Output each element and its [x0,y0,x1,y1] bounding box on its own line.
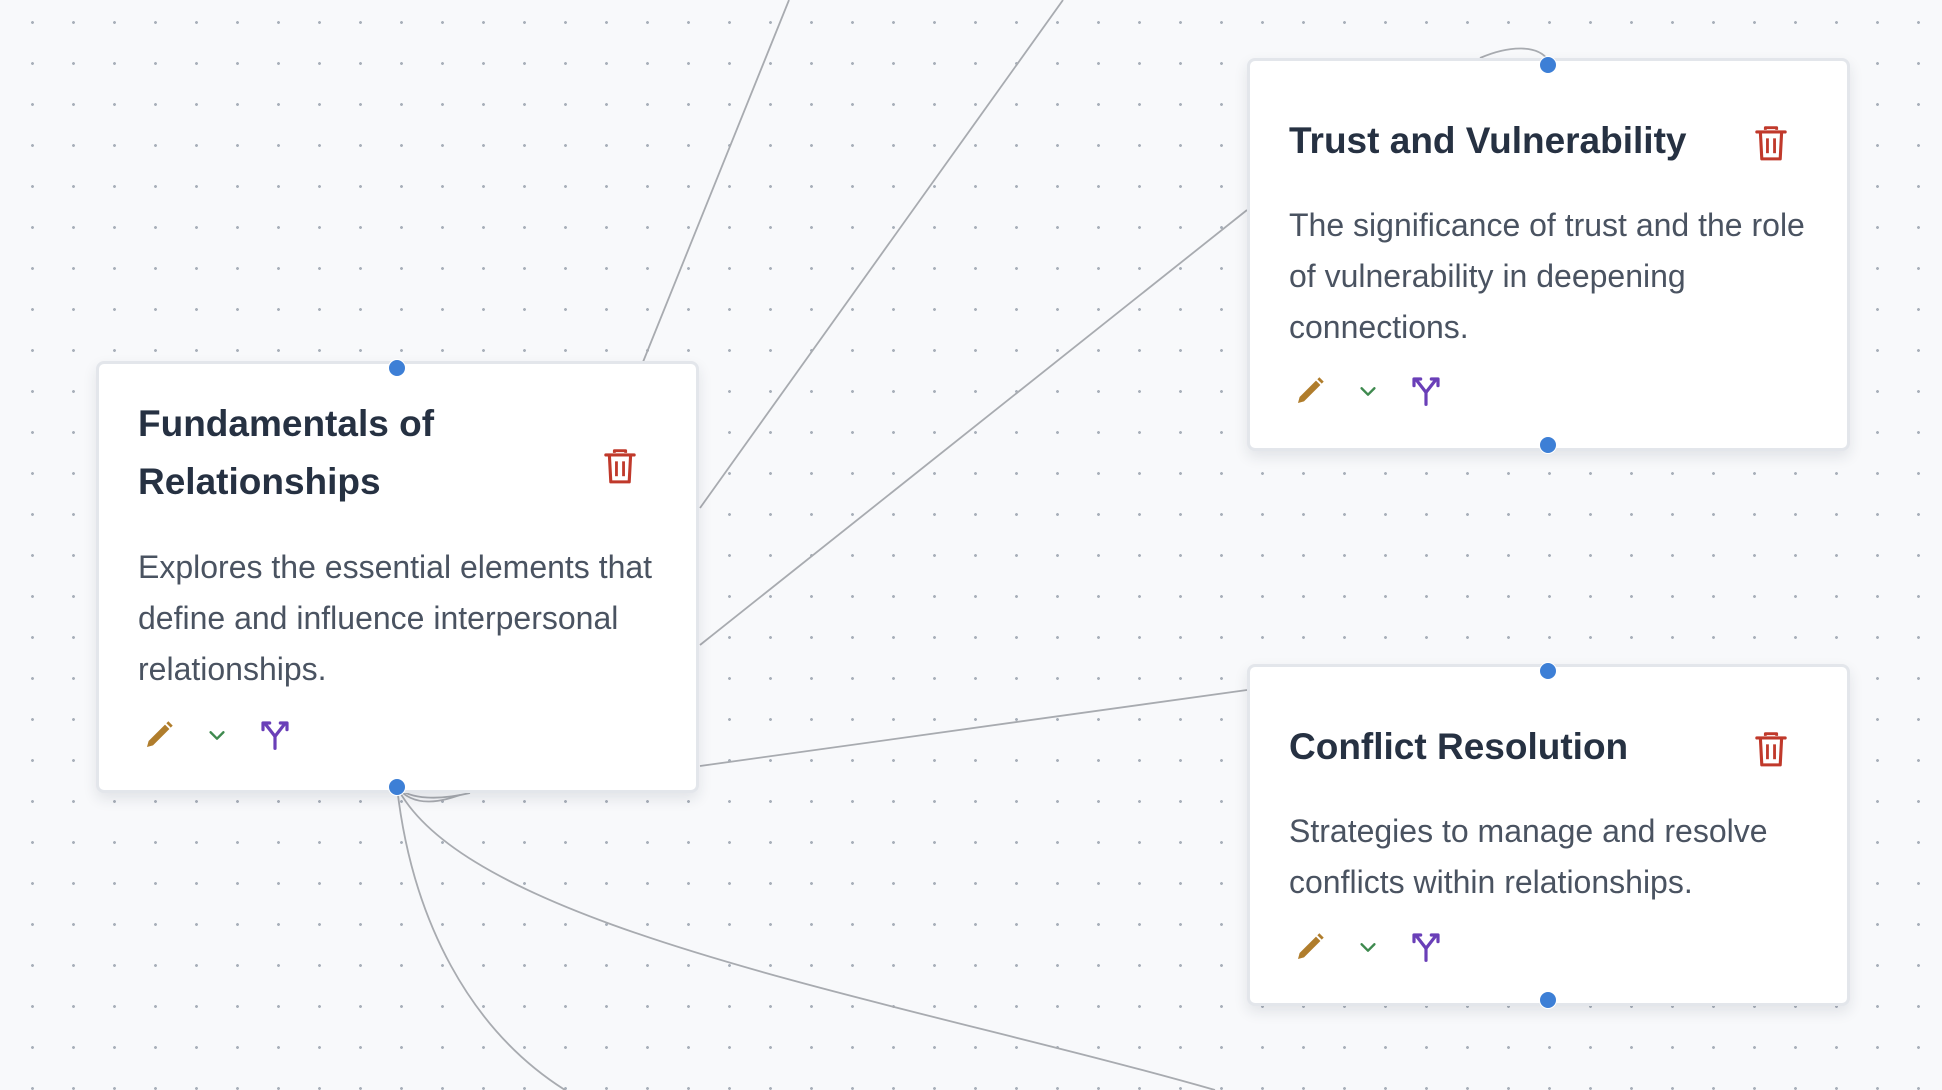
connection-handle-top[interactable] [1539,56,1557,74]
branch-button[interactable] [255,715,295,755]
connection-handle-top[interactable] [388,359,406,377]
node-description: The significance of trust and the role o… [1289,207,1805,345]
node-card[interactable]: Trust and Vulnerability The significance… [1247,58,1850,451]
node-description: Explores the essential elements that def… [138,549,653,687]
edge [642,0,790,363]
edge [699,0,1064,509]
expand-button[interactable] [1348,927,1388,967]
expand-button[interactable] [1348,371,1388,411]
edit-button[interactable] [139,715,179,755]
edge [699,209,1248,646]
branch-icon [1412,377,1440,406]
trash-icon[interactable] [1754,731,1788,769]
branch-icon [261,721,289,750]
pencil-icon [1298,377,1324,403]
node-description: Strategies to manage and resolve conflic… [1289,813,1768,900]
expand-button[interactable] [197,715,237,755]
connection-handle-bottom[interactable] [1539,991,1557,1009]
chevron-down-icon [209,731,225,740]
branch-button[interactable] [1406,371,1446,411]
node-actions [1290,927,1464,967]
pencil-icon [1298,933,1324,959]
node-card[interactable]: Fundamentals of Relationships Explores t… [96,361,699,793]
mindmap-canvas[interactable]: Fundamentals of Relationships Explores t… [0,0,1942,1090]
connection-handle-bottom[interactable] [1539,436,1557,454]
connection-handle-top[interactable] [1539,662,1557,680]
edit-button[interactable] [1290,927,1330,967]
node-title: Trust and Vulnerability [1289,120,1687,161]
edge [396,786,1216,1090]
chevron-down-icon [1360,387,1376,396]
branch-button[interactable] [1406,927,1446,967]
branch-icon [1412,933,1440,962]
node-title: Fundamentals of Relationships [138,403,435,502]
node-actions [1290,371,1464,411]
chevron-down-icon [1360,943,1376,952]
trash-icon[interactable] [603,448,637,486]
edit-button[interactable] [1290,371,1330,411]
node-card[interactable]: Conflict Resolution Strategies to manage… [1247,664,1850,1006]
trash-icon[interactable] [1754,125,1788,163]
pencil-icon [147,721,173,747]
node-actions [139,715,313,755]
edge [396,786,566,1090]
node-title: Conflict Resolution [1289,726,1629,767]
edge [699,689,1248,767]
connection-handle-bottom[interactable] [388,778,406,796]
